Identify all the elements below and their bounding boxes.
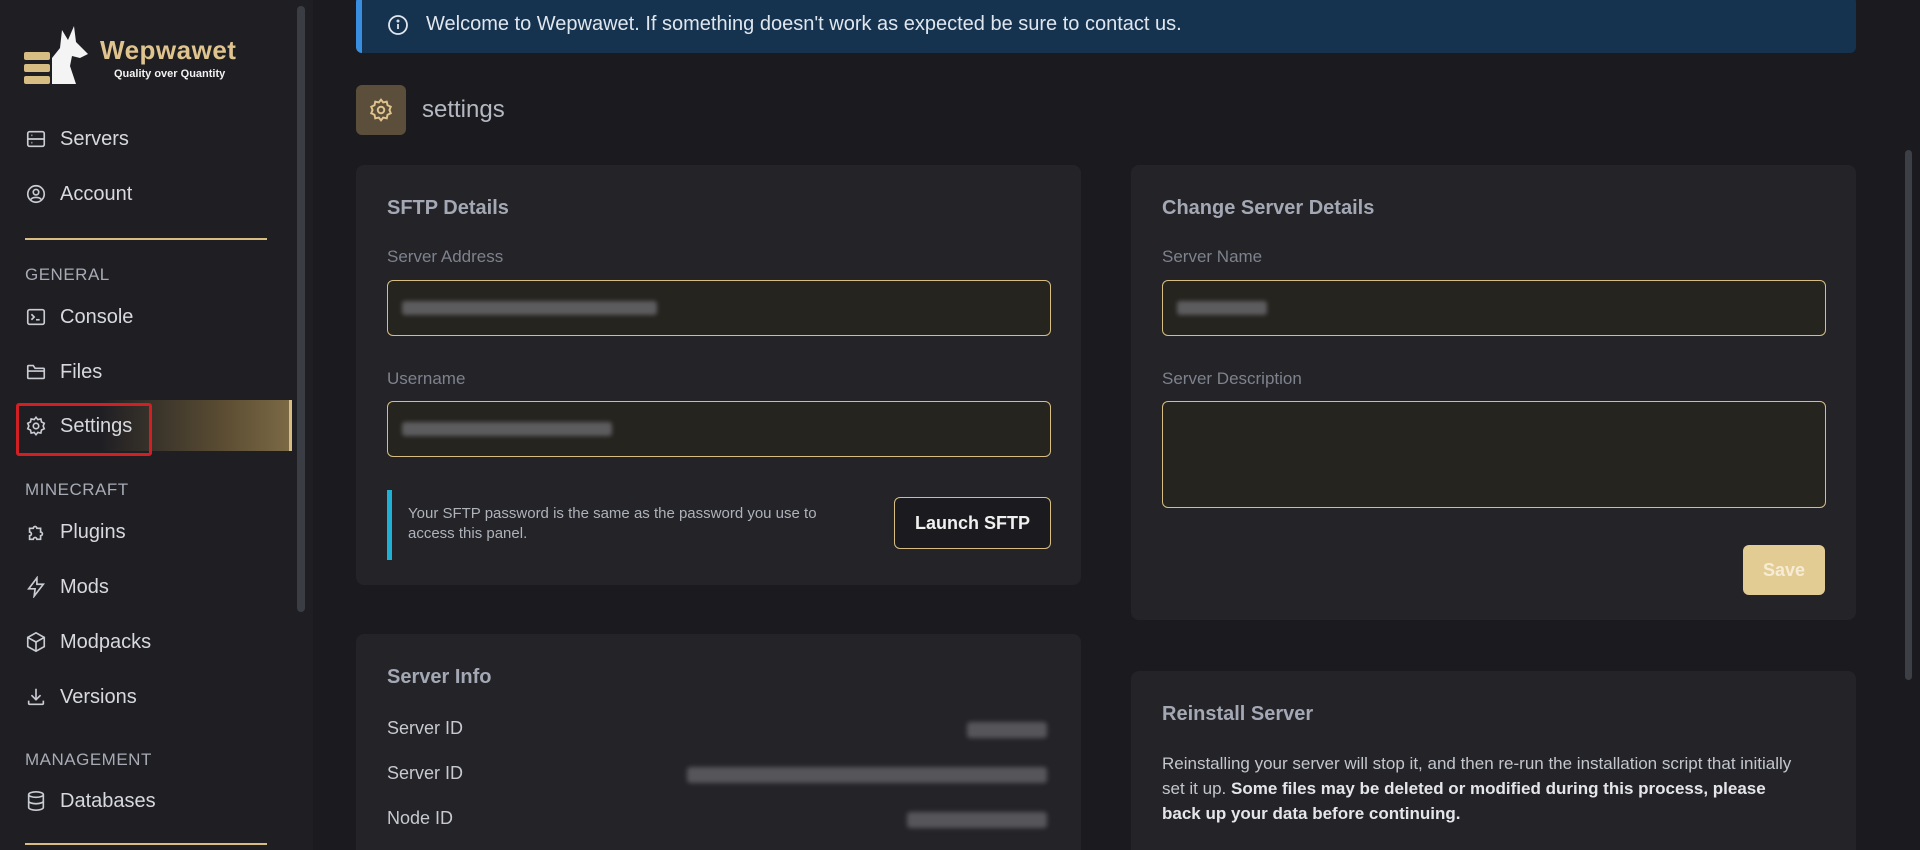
download-icon (25, 686, 47, 708)
server-description-textarea[interactable] (1162, 401, 1826, 508)
redacted-value (967, 722, 1047, 738)
sidebar-item-databases[interactable]: Databases (25, 784, 156, 818)
redacted-value (402, 301, 657, 315)
section-title-management: MANAGEMENT (25, 750, 152, 769)
selection-highlight-box (16, 403, 152, 456)
settings-badge (356, 85, 406, 135)
card-title: Change Server Details (1162, 197, 1375, 219)
sidebar-divider (25, 843, 267, 845)
info-icon (386, 13, 410, 37)
sftp-password-note: Your SFTP password is the same as the pa… (387, 490, 867, 560)
terminal-icon (25, 306, 47, 328)
info-label: Node ID (387, 808, 454, 828)
section-title-minecraft: MINECRAFT (25, 480, 129, 499)
launch-sftp-button[interactable]: Launch SFTP (894, 497, 1051, 549)
sidebar-item-label: Files (60, 360, 103, 383)
database-icon (25, 790, 47, 812)
redacted-value (1177, 301, 1267, 315)
reinstall-warning: Some files may be deleted or modified du… (1162, 779, 1766, 823)
gear-icon (370, 98, 392, 122)
card-title: Server Info (387, 666, 492, 688)
reinstall-server-card: Reinstall Server Reinstalling your serve… (1131, 671, 1856, 850)
sidebar-item-modpacks[interactable]: Modpacks (25, 625, 151, 659)
page-header: settings (356, 85, 505, 135)
puzzle-icon (25, 521, 47, 543)
brand-name: Wepwawet (100, 34, 237, 65)
sidebar-item-account[interactable]: Account (25, 177, 132, 211)
sidebar-item-label: Account (60, 182, 133, 205)
reinstall-description: Reinstalling your server will stop it, a… (1162, 751, 1802, 826)
bolt-icon (25, 576, 47, 598)
page-title: settings (422, 96, 505, 123)
banner-text: Welcome to Wepwawet. If something doesn'… (426, 13, 1182, 35)
card-title: SFTP Details (387, 197, 509, 219)
welcome-banner: Welcome to Wepwawet. If something doesn'… (356, 0, 1856, 53)
info-label: Server ID (387, 763, 464, 783)
card-title: Reinstall Server (1162, 703, 1314, 725)
sidebar: Wepwawet Quality over Quantity Servers A… (0, 0, 313, 850)
redacted-value (907, 812, 1047, 828)
server-address-label: Server Address (387, 247, 504, 266)
info-label: Server ID (387, 718, 464, 738)
username-field[interactable] (387, 401, 1051, 457)
sidebar-item-label: Plugins (60, 520, 126, 543)
section-title-general: GENERAL (25, 265, 110, 284)
server-name-label: Server Name (1162, 247, 1263, 266)
folder-icon (25, 361, 47, 383)
redacted-value (402, 422, 612, 436)
brand-logo[interactable]: Wepwawet Quality over Quantity (22, 24, 236, 90)
sidebar-scrollbar[interactable] (297, 6, 305, 612)
server-address-field[interactable] (387, 280, 1051, 336)
brand-tagline: Quality over Quantity (114, 67, 226, 80)
info-row-server-id: Server ID (387, 718, 1047, 748)
sftp-details-card: SFTP Details Server Address Username You… (356, 165, 1081, 585)
change-server-details-card: Change Server Details Server Name Server… (1131, 165, 1856, 620)
user-circle-icon (25, 183, 47, 205)
cube-icon (25, 631, 47, 653)
sidebar-item-label: Console (60, 305, 134, 328)
sidebar-item-label: Servers (60, 127, 129, 150)
sidebar-item-console[interactable]: Console (25, 300, 133, 334)
server-info-card: Server Info Server ID Server ID Node ID (356, 634, 1081, 850)
active-item-indicator (289, 400, 292, 451)
server-name-input[interactable] (1162, 280, 1826, 336)
sidebar-item-versions[interactable]: Versions (25, 680, 137, 714)
sidebar-divider (25, 238, 267, 240)
jackal-logo-icon (22, 24, 92, 90)
sidebar-item-label: Mods (60, 575, 109, 598)
info-row-server-uuid: Server ID (387, 763, 1047, 793)
sidebar-item-label: Versions (60, 685, 137, 708)
server-description-label: Server Description (1162, 369, 1302, 388)
server-icon (25, 128, 47, 150)
save-button[interactable]: Save (1743, 545, 1825, 595)
sidebar-item-mods[interactable]: Mods (25, 570, 109, 604)
sidebar-item-plugins[interactable]: Plugins (25, 515, 126, 549)
sidebar-item-servers[interactable]: Servers (25, 122, 129, 156)
redacted-value (687, 767, 1047, 783)
info-row-node-id: Node ID (387, 808, 1047, 838)
page-scrollbar[interactable] (1905, 150, 1912, 680)
username-label: Username (387, 369, 466, 388)
sidebar-item-label: Modpacks (60, 630, 152, 653)
sidebar-item-files[interactable]: Files (25, 355, 102, 389)
sidebar-item-label: Databases (60, 789, 156, 812)
